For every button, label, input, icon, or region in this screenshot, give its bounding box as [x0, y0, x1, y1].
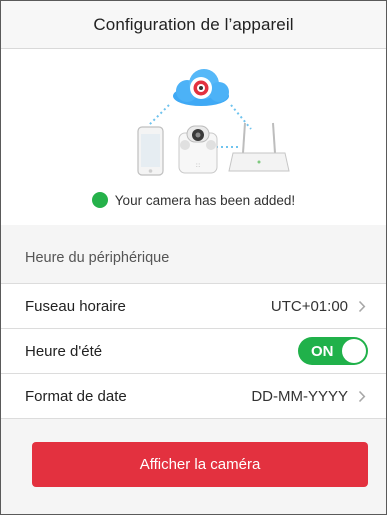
setup-illustration: :: Your camera has been added!	[1, 49, 386, 225]
date-format-row[interactable]: Format de date DD-MM-YYYY	[1, 374, 386, 419]
camera-device-icon: ::	[178, 125, 218, 174]
dst-label: Heure d'été	[25, 342, 103, 360]
toggle-state-text: ON	[311, 342, 334, 360]
date-format-label: Format de date	[25, 387, 127, 405]
chevron-right-icon	[358, 389, 368, 403]
section-header-device-time: Heure du périphérique	[1, 241, 386, 275]
success-message: Your camera has been added!	[114, 192, 296, 208]
date-format-value: DD-MM-YYYY	[251, 387, 348, 405]
timezone-row[interactable]: Fuseau horaire UTC+01:00	[1, 284, 386, 329]
dst-row: Heure d'été ON	[1, 329, 386, 374]
section-title: Heure du périphérique	[25, 250, 170, 266]
success-message-row: Your camera has been added!	[1, 192, 386, 208]
check-circle-icon	[1, 192, 108, 208]
timezone-label: Fuseau horaire	[25, 297, 126, 315]
bottom-action-area: Afficher la caméra	[1, 421, 386, 514]
show-camera-button[interactable]: Afficher la caméra	[32, 442, 368, 487]
toggle-knob	[342, 339, 366, 363]
dst-toggle[interactable]: ON	[298, 337, 368, 365]
cloud-camera-icon	[173, 69, 229, 106]
chevron-right-icon	[358, 299, 368, 313]
page-title: Configuration de l’appareil	[93, 14, 294, 34]
timezone-value: UTC+01:00	[270, 297, 348, 315]
app-frame: Configuration de l’appareil:: Your came…	[0, 0, 387, 515]
illustration-svg: ::	[137, 69, 290, 176]
navigation-header: Configuration de l’appareil	[1, 1, 386, 49]
settings-list: Fuseau horaire UTC+01:00 Heure d'été ON …	[1, 283, 386, 419]
phone-icon	[137, 126, 164, 176]
svg-text:::: ::	[196, 161, 201, 169]
